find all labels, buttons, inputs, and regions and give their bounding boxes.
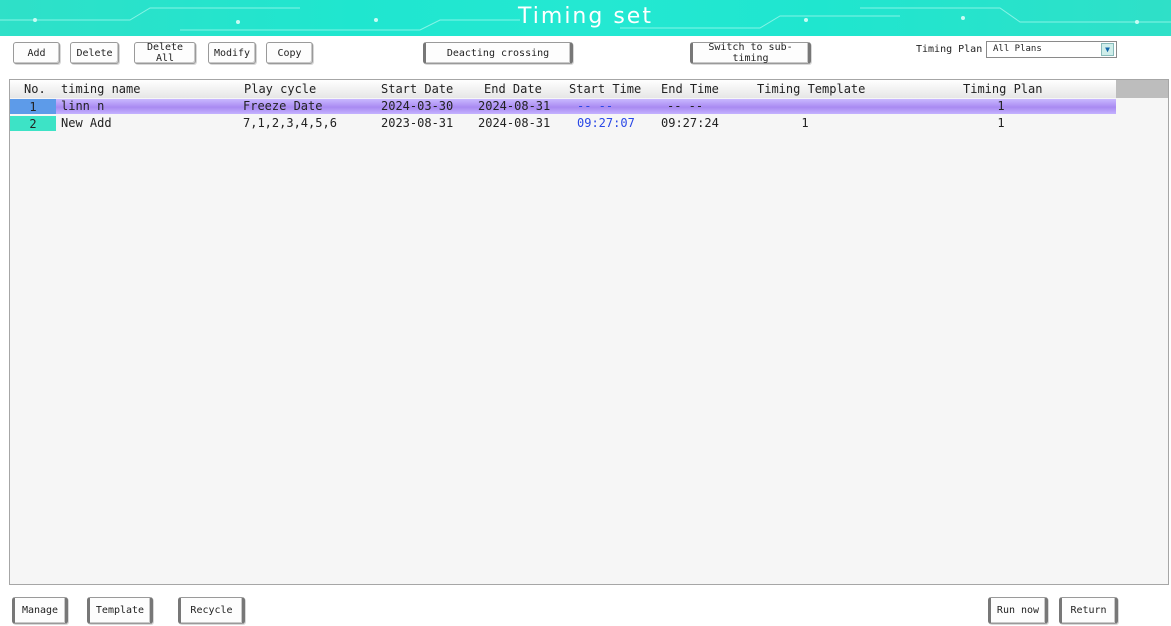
timing-plan-value: All Plans [993,44,1042,54]
cell-end-date: 2024-08-31 [478,116,551,130]
col-timing-plan: Timing Plan [963,82,1043,96]
col-start-time: Start Time [569,82,642,96]
copy-button[interactable]: Copy [266,42,313,64]
run-now-button[interactable]: Run now [988,597,1048,624]
delete-button[interactable]: Delete [70,42,119,64]
cell-start-time: 09:27:07 [577,116,635,130]
timing-plan-label: Timing Plan [916,44,983,55]
manage-button[interactable]: Manage [12,597,68,624]
cell-cycle: 7,1,2,3,4,5,6 [243,116,337,130]
cell-start-time: -- -- [577,99,614,113]
cell-end-time: 09:27:24 [661,116,719,130]
modify-button[interactable]: Modify [208,42,256,64]
table-row[interactable]: 2 New Add 7,1,2,3,4,5,6 2023-08-31 2024-… [10,116,1116,131]
deacting-crossing-button[interactable]: Deacting crossing [423,42,573,64]
cell-name: New Add [61,116,112,130]
cell-plan: 1 [997,99,1005,113]
row-number: 1 [10,99,56,114]
cell-plan: 1 [997,116,1005,130]
col-play-cycle: Play cycle [244,82,317,96]
row-number: 2 [10,116,56,131]
timing-table: No. timing name Play cycle Start Date En… [9,79,1169,585]
col-timing-template: Timing Template [757,82,866,96]
col-end-date: End Date [484,82,542,96]
cell-start-date: 2024-03-30 [381,99,454,113]
col-end-time: End Time [661,82,719,96]
col-start-date: Start Date [381,82,454,96]
header-scroll-cap [1116,80,1168,98]
col-no: No. [24,82,46,96]
recycle-button[interactable]: Recycle [178,597,245,624]
add-button[interactable]: Add [13,42,60,64]
title-bar: Timing set [0,0,1171,36]
chevron-down-icon[interactable]: ▼ [1101,43,1114,56]
return-button[interactable]: Return [1059,597,1118,624]
cell-start-date: 2023-08-31 [381,116,454,130]
col-timing-name: timing name [61,82,141,96]
cell-cycle: Freeze Date [243,99,323,113]
timing-plan-select[interactable]: All Plans ▼ [986,41,1117,58]
delete-all-button[interactable]: Delete All [134,42,196,64]
switch-sub-timing-button[interactable]: Switch to sub-timing [690,42,811,64]
table-header: No. timing name Play cycle Start Date En… [10,80,1168,98]
window-title: Timing set [518,4,653,29]
cell-name: linn n [61,99,105,113]
cell-end-date: 2024-08-31 [478,99,551,113]
table-row[interactable]: 1 linn n Freeze Date 2024-03-30 2024-08-… [10,99,1116,114]
template-button[interactable]: Template [87,597,153,624]
cell-template: 1 [801,116,809,130]
cell-end-time: -- -- [667,99,704,113]
